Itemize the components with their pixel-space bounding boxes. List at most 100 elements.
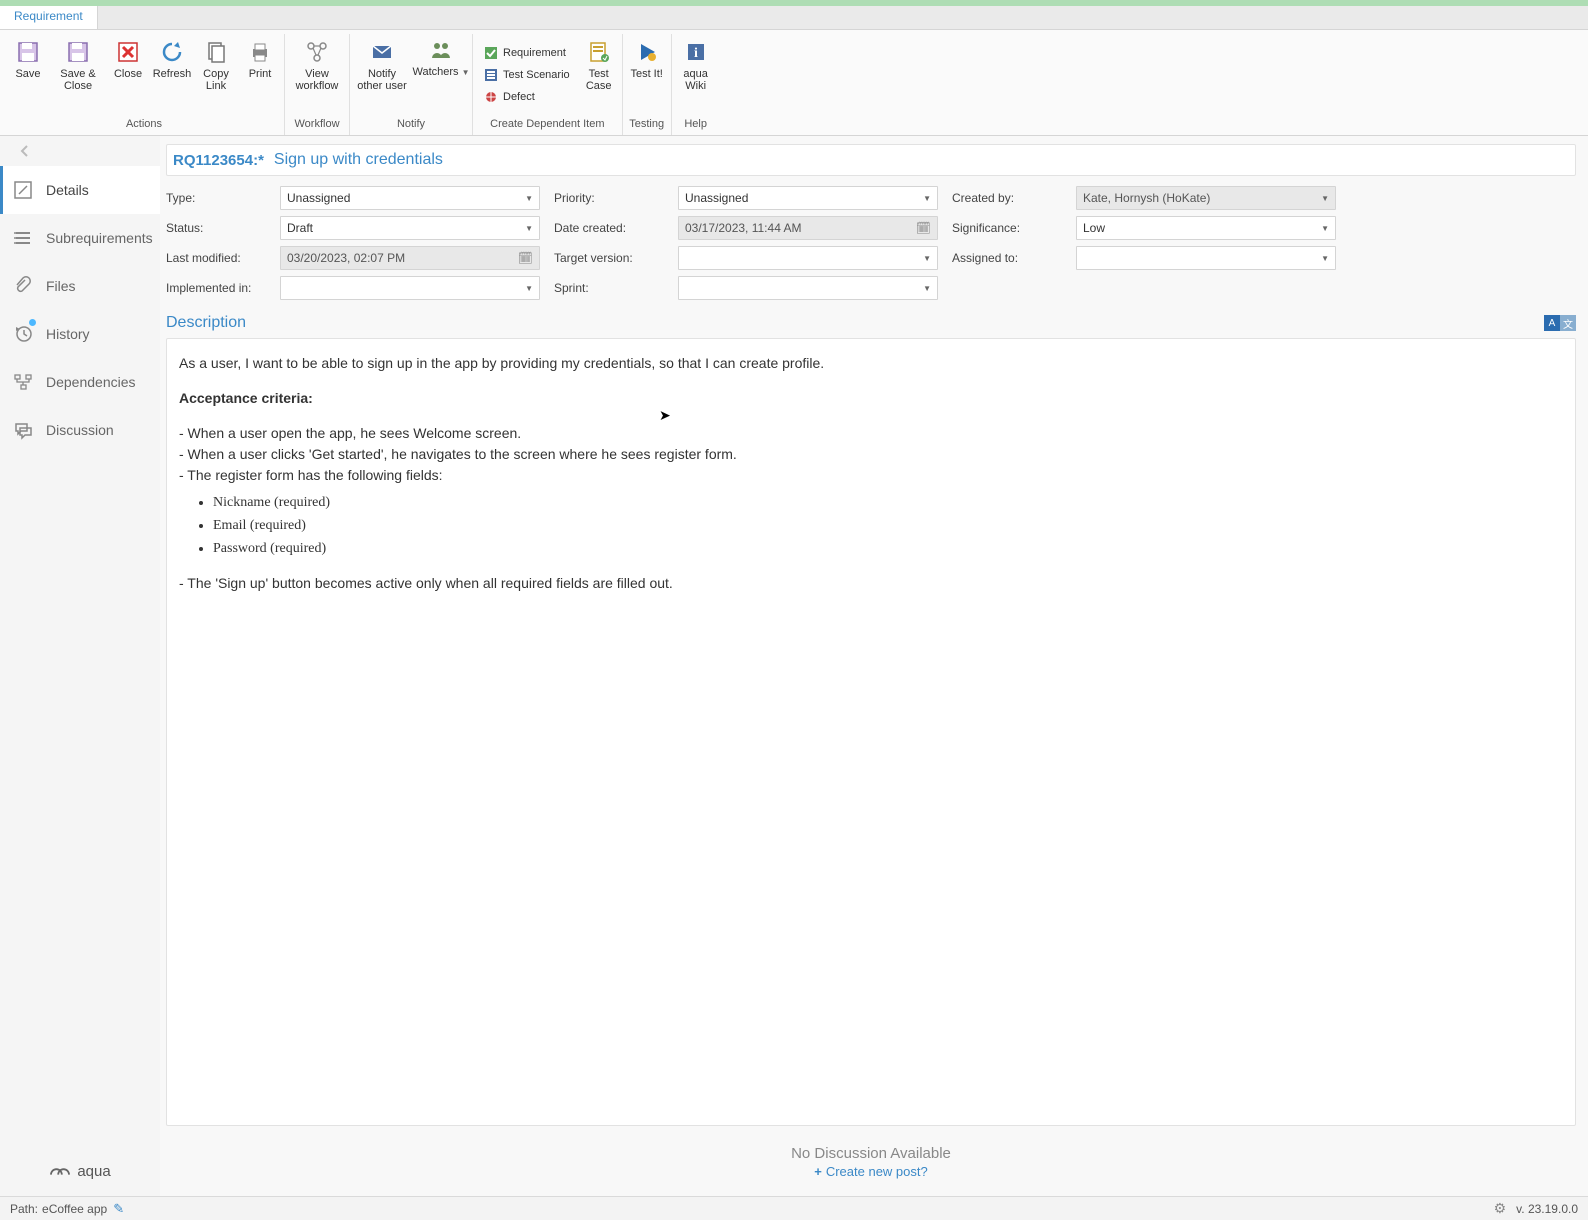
- requirement-title[interactable]: Sign up with credentials: [274, 151, 1571, 169]
- group-notify-label: Notify: [397, 116, 425, 134]
- path-value: eCoffee app: [42, 1202, 107, 1216]
- calendar-icon: 🗓: [518, 251, 533, 265]
- field-assignedto[interactable]: ▼: [1076, 246, 1336, 270]
- ac-bullet3: Password (required): [213, 538, 1563, 559]
- chevron-down-icon: ▼: [923, 194, 931, 203]
- version-label: v. 23.19.0.0: [1516, 1202, 1578, 1216]
- sidebar-item-files[interactable]: Files: [0, 262, 160, 310]
- sidebar: Details Subrequirements Files History: [0, 136, 160, 1196]
- group-workflow-label: Workflow: [294, 116, 339, 134]
- sidebar-item-details[interactable]: Details: [0, 166, 160, 214]
- chevron-down-icon: ▼: [923, 254, 931, 263]
- tree-icon: [12, 371, 34, 393]
- people-icon: [429, 38, 453, 66]
- calendar-icon: 🗓: [916, 221, 931, 235]
- mail-icon: [368, 38, 396, 66]
- chevron-down-icon: ▼: [1321, 254, 1329, 263]
- refresh-button[interactable]: Refresh: [150, 34, 194, 116]
- label-datecreated: Date created:: [554, 221, 664, 235]
- field-priority[interactable]: Unassigned▼: [678, 186, 938, 210]
- field-sprint[interactable]: ▼: [678, 276, 938, 300]
- no-discussion-label: No Discussion Available: [791, 1145, 951, 1162]
- ac-line4: - The 'Sign up' button becomes active on…: [179, 573, 1563, 594]
- tab-requirement[interactable]: Requirement: [0, 6, 98, 29]
- dep-requirement-button[interactable]: Requirement: [477, 42, 576, 64]
- close-button[interactable]: Close: [106, 34, 150, 116]
- field-significance[interactable]: Low▼: [1076, 216, 1336, 240]
- field-implemented[interactable]: ▼: [280, 276, 540, 300]
- testcase-icon: [585, 38, 613, 66]
- play-icon: [633, 38, 661, 66]
- chevron-down-icon: ▼: [923, 284, 931, 293]
- back-button[interactable]: [0, 136, 160, 166]
- edit-icon: [12, 179, 34, 201]
- bug-icon: [483, 89, 499, 105]
- history-icon: [12, 323, 34, 345]
- description-title: Description: [166, 314, 1544, 332]
- create-post-link[interactable]: +Create new post?: [814, 1164, 928, 1179]
- edit-path-icon[interactable]: ✎: [113, 1201, 124, 1217]
- field-status[interactable]: Draft▼: [280, 216, 540, 240]
- group-actions-label: Actions: [126, 116, 162, 134]
- info-icon: i: [682, 38, 710, 66]
- field-lastmod: 03/20/2023, 02:07 PM🗓: [280, 246, 540, 270]
- label-implemented: Implemented in:: [166, 281, 266, 295]
- dep-defect-button[interactable]: Defect: [477, 86, 576, 108]
- group-dependent-label: Create Dependent Item: [490, 116, 604, 134]
- dep-scenario-button[interactable]: Test Scenario: [477, 64, 576, 86]
- sidebar-item-subreq[interactable]: Subrequirements: [0, 214, 160, 262]
- language-toggle[interactable]: A 文: [1544, 315, 1576, 331]
- copy-link-button[interactable]: Copy Link: [194, 34, 238, 116]
- chevron-down-icon: ▼: [1321, 194, 1329, 203]
- requirement-id: RQ1123654:*: [173, 152, 264, 169]
- label-lastmod: Last modified:: [166, 251, 266, 265]
- wiki-button[interactable]: i aqua Wiki: [674, 34, 718, 116]
- label-priority: Priority:: [554, 191, 664, 205]
- label-targetver: Target version:: [554, 251, 664, 265]
- label-type: Type:: [166, 191, 266, 205]
- field-targetver[interactable]: ▼: [678, 246, 938, 270]
- save-icon: [14, 38, 42, 66]
- label-significance: Significance:: [952, 221, 1062, 235]
- scenario-icon: [483, 67, 499, 83]
- watchers-dropdown[interactable]: Watchers ▼: [412, 34, 470, 116]
- gear-icon[interactable]: ⚙: [1494, 1200, 1507, 1217]
- acceptance-criteria-label: Acceptance criteria:: [179, 388, 1563, 409]
- dep-testcase-button[interactable]: Test Case: [578, 34, 620, 116]
- ribbon: Save Save & Close Close Refresh: [0, 30, 1588, 136]
- chevron-down-icon: ▼: [525, 224, 533, 233]
- ac-line2: - When a user clicks 'Get started', he n…: [179, 444, 1563, 465]
- chevron-down-icon: ▼: [462, 68, 470, 77]
- sidebar-item-history[interactable]: History: [0, 310, 160, 358]
- label-createdby: Created by:: [952, 191, 1062, 205]
- label-status: Status:: [166, 221, 266, 235]
- group-help-label: Help: [684, 116, 707, 134]
- notify-other-button[interactable]: Notify other user: [352, 34, 412, 116]
- view-workflow-button[interactable]: View workflow: [287, 34, 347, 116]
- description-editor[interactable]: As a user, I want to be able to sign up …: [166, 338, 1576, 1126]
- checklist-icon: [483, 45, 499, 61]
- print-button[interactable]: Print: [238, 34, 282, 116]
- chevron-down-icon: ▼: [1321, 224, 1329, 233]
- path-label: Path:: [10, 1202, 38, 1216]
- field-createdby: Kate, Hornysh (HoKate)▼: [1076, 186, 1336, 210]
- label-sprint: Sprint:: [554, 281, 664, 295]
- description-intro: As a user, I want to be able to sign up …: [179, 353, 1563, 374]
- copylink-icon: [202, 38, 230, 66]
- sidebar-item-dependencies[interactable]: Dependencies: [0, 358, 160, 406]
- save-button[interactable]: Save: [6, 34, 50, 116]
- title-bar: RQ1123654:* Sign up with credentials: [166, 144, 1576, 176]
- label-assignedto: Assigned to:: [952, 251, 1062, 265]
- test-it-button[interactable]: Test It!: [625, 34, 669, 116]
- field-type[interactable]: Unassigned▼: [280, 186, 540, 210]
- ac-line1: - When a user open the app, he sees Welc…: [179, 423, 1563, 444]
- field-datecreated: 03/17/2023, 11:44 AM🗓: [678, 216, 938, 240]
- list-icon: [12, 227, 34, 249]
- sidebar-item-discussion[interactable]: Discussion: [0, 406, 160, 454]
- group-testing-label: Testing: [629, 116, 664, 134]
- save-close-button[interactable]: Save & Close: [50, 34, 106, 116]
- print-icon: [246, 38, 274, 66]
- tab-row: Requirement: [0, 6, 1588, 30]
- lang-b-icon: 文: [1560, 315, 1576, 331]
- chat-icon: [12, 419, 34, 441]
